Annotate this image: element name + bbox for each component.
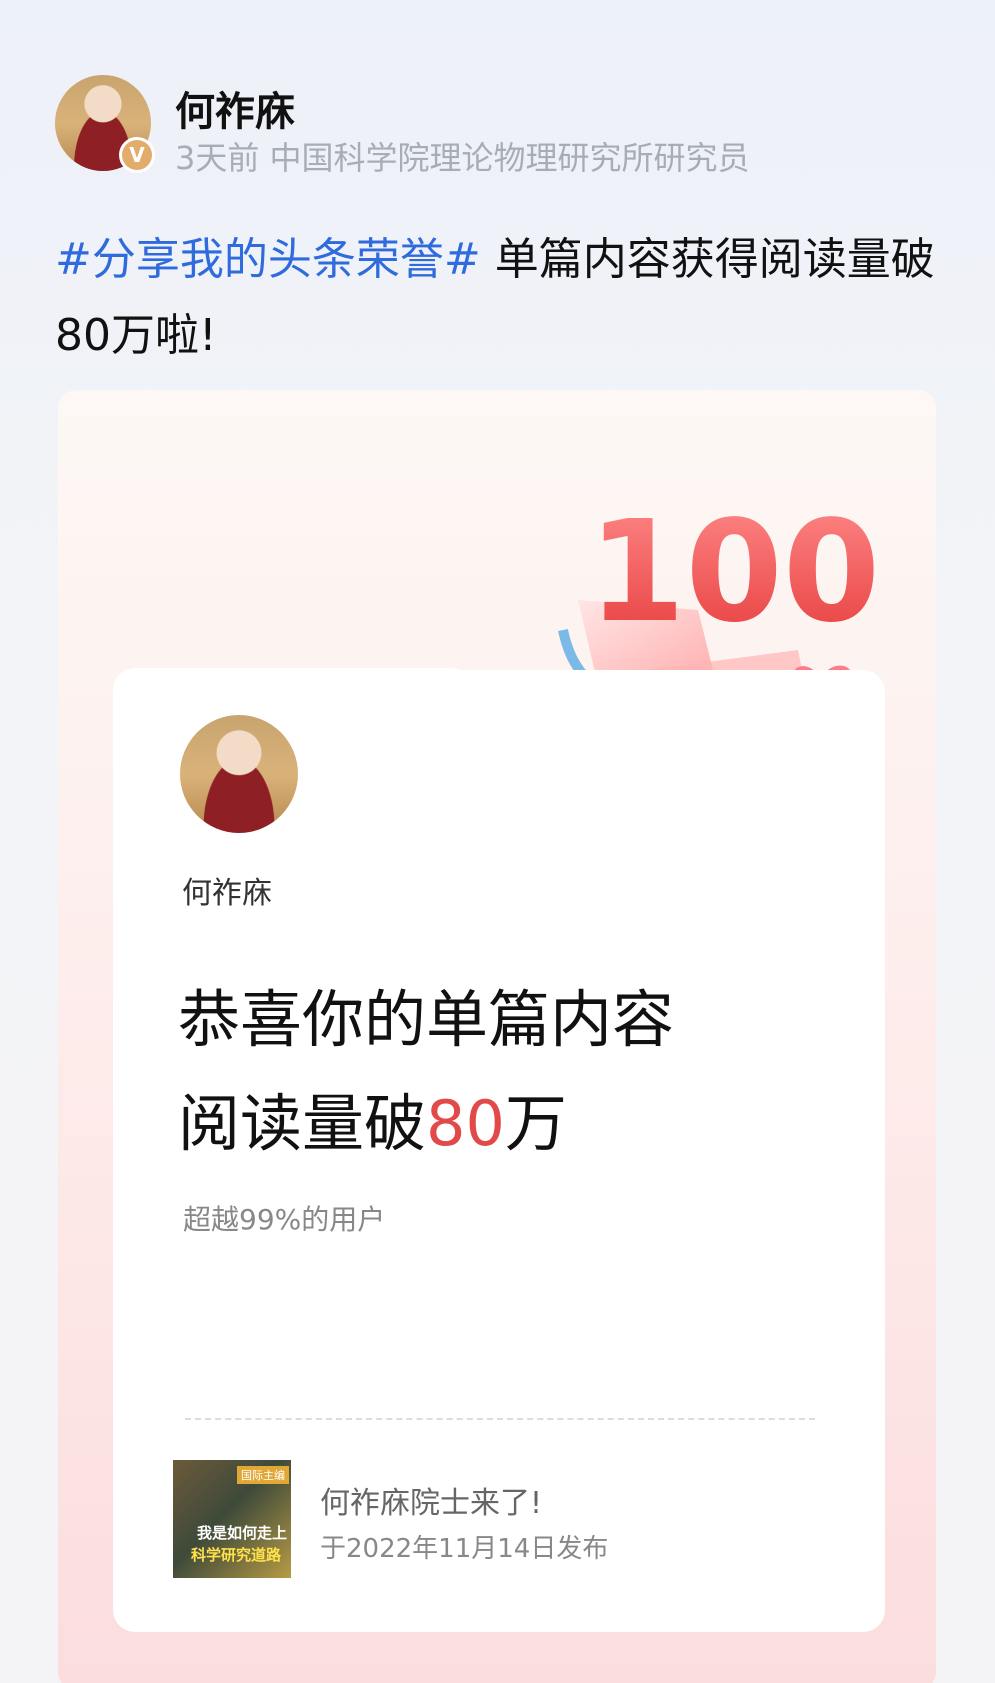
article-thumbnail[interactable]: 国际主编 我是如何走上 科学研究道路 [173,1460,291,1578]
author-name[interactable]: 何祚庥 [175,79,295,137]
exceed-users-text: 超越99%的用户 [183,1203,386,1236]
thumbnail-tag: 国际主编 [237,1466,289,1484]
post-text: #分享我的头条荣誉# 单篇内容获得阅读量破80万啦! [55,222,935,374]
congrats-message: 恭喜你的单篇内容 阅读量破80万 [178,968,878,1176]
card-author-name: 何祚庥 [182,876,272,911]
hashtag-link[interactable]: #分享我的头条荣誉# [55,234,481,285]
thumbnail-caption-2: 科学研究道路 [191,1546,282,1564]
card-avatar[interactable] [180,715,298,833]
honor-card[interactable]: 100 何祚庥 恭喜你的单篇内容 阅读量破80万 超越99%的用户 国际主编 我… [58,390,936,1683]
thumbnail-caption-1: 我是如何走上 [197,1524,288,1542]
dashed-divider [185,1418,815,1420]
congrats-line2: 阅读量破80万 [178,1072,878,1176]
congrats-line1: 恭喜你的单篇内容 [178,983,675,1056]
congrats-prefix: 阅读量破 [178,1087,427,1160]
article-date: 于2022年11月14日发布 [320,1534,609,1564]
congrats-suffix: 万 [504,1087,567,1160]
badge-number: 100 [588,500,878,654]
congrats-number: 80 [426,1087,505,1160]
author-meta: 3天前 中国科学院理论物理研究所研究员 [175,139,750,177]
author-avatar-wrap[interactable]: V [55,75,155,173]
post-header: V 何祚庥 3天前 中国科学院理论物理研究所研究员 [55,75,955,177]
article-title[interactable]: 何祚庥院士来了! [320,1478,542,1522]
verified-badge-icon: V [119,137,155,173]
